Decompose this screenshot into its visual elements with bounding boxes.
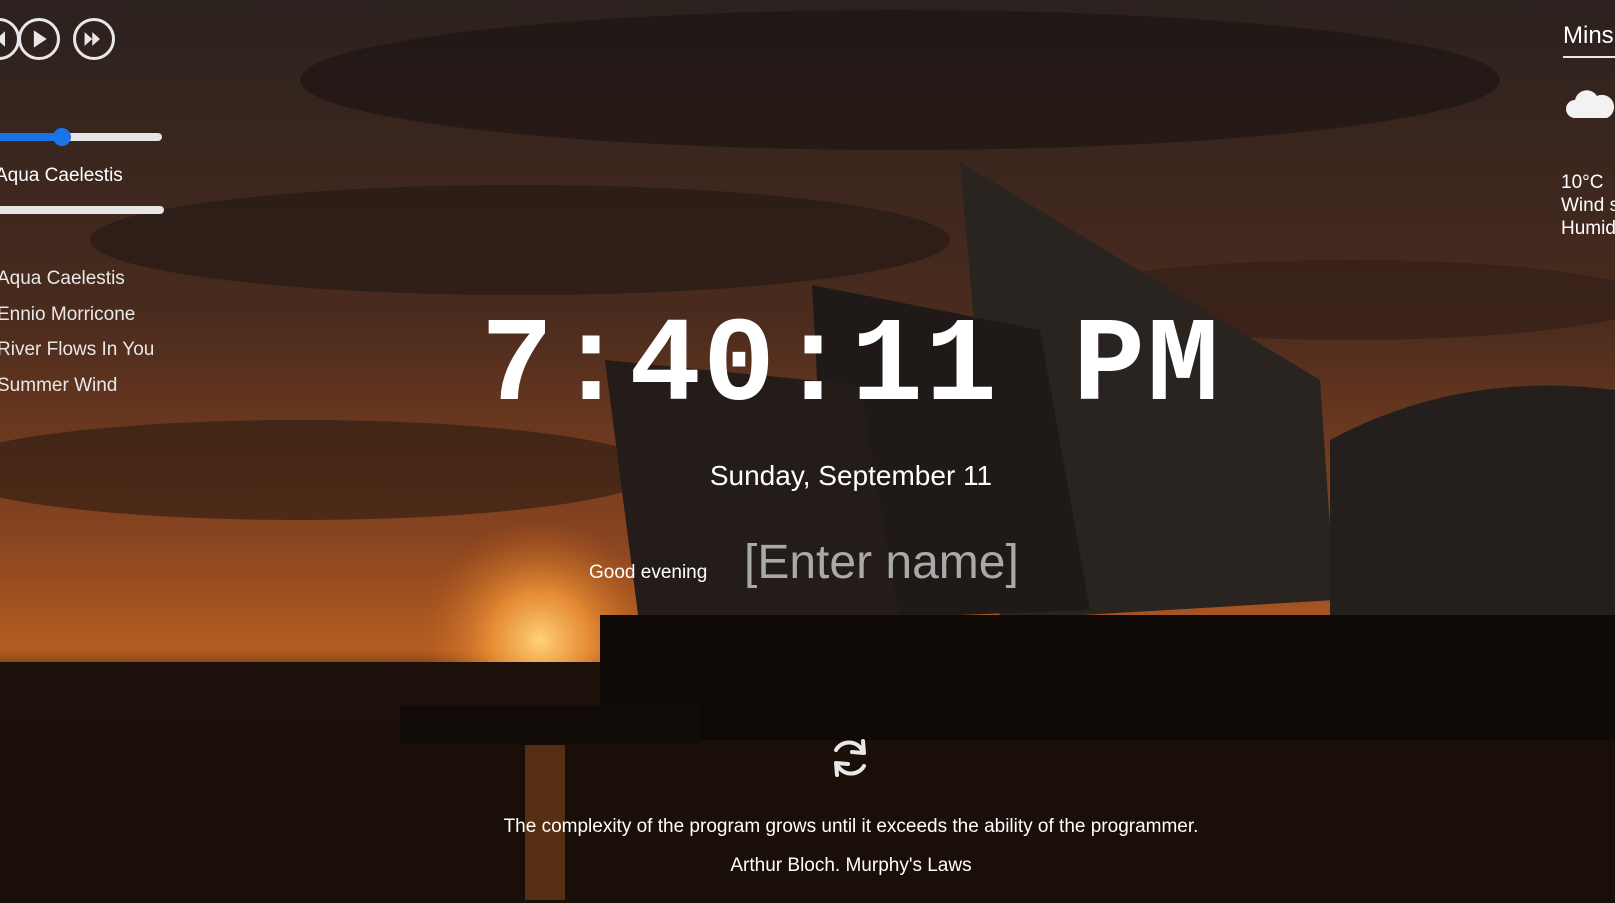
clock-date: Sunday, September 11 (709, 460, 993, 491)
wind-speed: Wind speed (1561, 195, 1615, 216)
volume-slider[interactable] (0, 128, 162, 146)
volume-slider-thumb[interactable] (52, 128, 71, 146)
fast-forward-icon (84, 32, 100, 46)
play-button[interactable] (18, 18, 60, 60)
refresh-quote-icon[interactable] (827, 735, 873, 781)
play-icon (33, 30, 47, 48)
current-track-title: Aqua Caelestis (0, 165, 123, 186)
next-button[interactable] (73, 18, 115, 60)
city-input[interactable]: Minsk (1563, 22, 1615, 58)
previous-icon (0, 31, 5, 47)
humidity: Humidity (1561, 218, 1615, 239)
cloud-icon (1566, 90, 1615, 118)
temperature: 10°C (1561, 172, 1604, 193)
greeting-text: Good evening (589, 562, 708, 583)
clock-time: 7:40:11 PM (480, 300, 1222, 436)
quote-text: The complexity of the program grows unti… (503, 816, 1199, 837)
background-photo (0, 0, 1615, 903)
quote-author: Arthur Bloch. Murphy's Laws (730, 855, 972, 876)
name-input[interactable]: [Enter name] (744, 535, 1019, 590)
playlist-item[interactable]: Aqua Caelestis (0, 268, 154, 304)
progress-bar[interactable] (0, 206, 164, 214)
